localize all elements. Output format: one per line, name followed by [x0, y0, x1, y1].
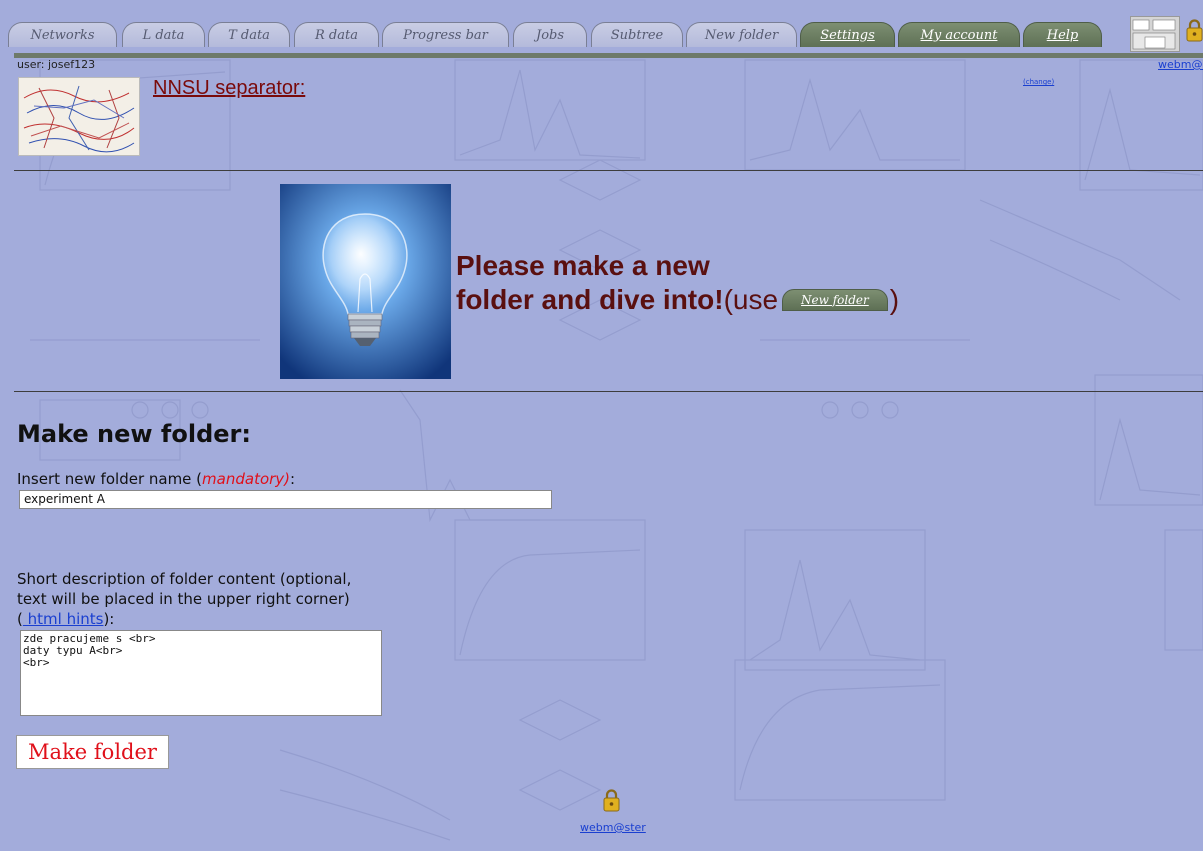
- folder-name-label-prefix: Insert new folder name (: [17, 470, 203, 488]
- description-label-line1: Short description of folder content (opt…: [17, 570, 352, 588]
- lock-icon[interactable]: [603, 788, 620, 816]
- user-label: user: josef123: [17, 58, 96, 71]
- tab-bar-underline: [14, 53, 1203, 58]
- divider: [14, 170, 1203, 171]
- form-heading: Make new folder:: [17, 420, 251, 448]
- description-label-close: ):: [103, 610, 115, 628]
- tab-l-data[interactable]: L data: [122, 22, 205, 47]
- top-right-icons: [1130, 14, 1203, 52]
- nnsu-separator-link[interactable]: NNSU separator:: [153, 77, 305, 100]
- banner-message: Please make a new folder and dive into!(…: [456, 249, 976, 317]
- description-label: Short description of folder content (opt…: [17, 569, 417, 629]
- tab-networks[interactable]: Networks: [8, 22, 117, 47]
- folder-name-label: Insert new folder name (mandatory):: [17, 470, 295, 488]
- description-label-line2: text will be placed in the upper right c…: [17, 590, 350, 608]
- change-link[interactable]: (change): [1023, 78, 1054, 86]
- divider: [14, 391, 1203, 392]
- network-logo-image: [18, 77, 140, 156]
- banner-use-prefix: (use: [723, 284, 779, 315]
- mandatory-text: mandatory): [202, 470, 291, 488]
- tab-my-account[interactable]: My account: [898, 22, 1020, 47]
- new-folder-tab-hint[interactable]: New folder: [782, 288, 888, 311]
- webmaster-link[interactable]: webm@ster: [1158, 58, 1203, 71]
- toolbar-thumbnail-icon[interactable]: [1130, 16, 1180, 52]
- footer-webmaster-link[interactable]: webm@ster: [580, 821, 646, 834]
- tab-subtree[interactable]: Subtree: [591, 22, 683, 47]
- html-hints-link[interactable]: html hints: [23, 610, 104, 628]
- lightbulb-image: [280, 184, 451, 379]
- tab-jobs[interactable]: Jobs: [513, 22, 587, 47]
- lock-icon[interactable]: [1186, 18, 1203, 46]
- banner-line1: Please make a new: [456, 250, 710, 281]
- tab-t-data[interactable]: T data: [208, 22, 290, 47]
- tab-bar: Networks L data T data R data Progress b…: [8, 18, 1118, 47]
- banner-use-suffix: ): [889, 284, 900, 315]
- tab-r-data[interactable]: R data: [294, 22, 379, 47]
- tab-new-folder[interactable]: New folder: [686, 22, 797, 47]
- make-folder-button[interactable]: Make folder: [16, 735, 169, 769]
- folder-name-input[interactable]: experiment A: [19, 490, 552, 509]
- tab-help[interactable]: Help: [1023, 22, 1102, 47]
- tab-progress-bar[interactable]: Progress bar: [382, 22, 509, 47]
- folder-name-label-suffix: :: [290, 470, 296, 488]
- tab-settings[interactable]: Settings: [800, 22, 895, 47]
- description-textarea[interactable]: zde pracujeme s <br> daty typu A<br> <br…: [20, 630, 382, 716]
- banner-line2: folder and dive into!: [456, 284, 724, 315]
